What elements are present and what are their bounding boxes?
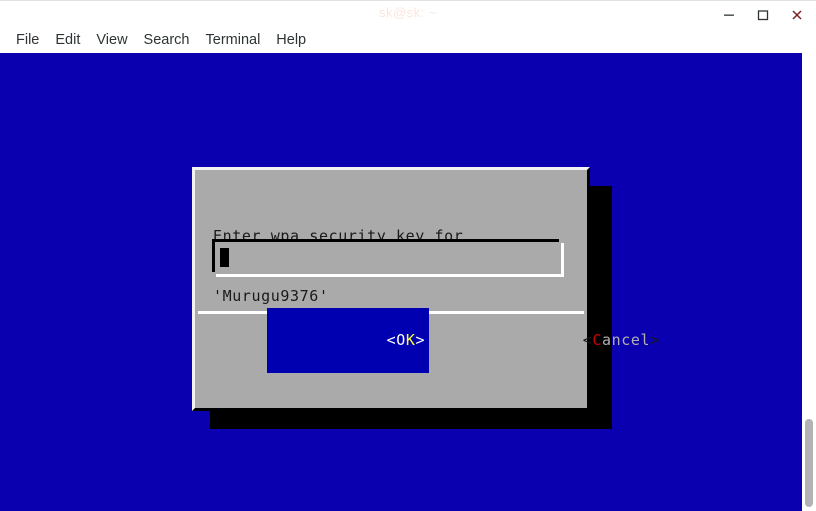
scrollbar-thumb[interactable] [805, 419, 813, 507]
menu-item-search[interactable]: Search [136, 30, 198, 50]
ok-right-bracket: > [415, 330, 426, 349]
cancel-label-first: C [592, 330, 602, 349]
menu-item-help[interactable]: Help [268, 30, 314, 50]
dialog-prompt-line-2: 'Murugu9376' [213, 287, 329, 305]
dialog-button-row: <OK> <Cancel> [195, 307, 659, 373]
ok-button[interactable]: <OK> [267, 307, 430, 373]
maximize-button[interactable] [746, 2, 780, 27]
minimize-button[interactable] [712, 2, 746, 27]
close-icon [792, 9, 802, 20]
ok-label-rest: K [405, 330, 416, 349]
wpa-key-dialog: Enter wpa security key for 'Murugu9376' … [192, 167, 659, 411]
title-bar: sk@sk: ~ [0, 0, 816, 27]
maximize-icon [757, 9, 769, 20]
menu-bar: File Edit View Search Terminal Help [0, 27, 816, 53]
ok-left-bracket: < [386, 330, 397, 349]
window-title: sk@sk: ~ [378, 5, 437, 20]
cancel-label-rest: ancel [602, 330, 651, 349]
cancel-left-bracket: < [582, 330, 593, 349]
cancel-button[interactable]: <Cancel> [467, 308, 660, 373]
menu-item-edit[interactable]: Edit [47, 30, 88, 50]
window-controls [712, 1, 814, 28]
terminal-window: sk@sk: ~ File Edit View Search Terminal … [0, 0, 816, 511]
menu-item-view[interactable]: View [88, 30, 135, 50]
terminal-screen[interactable]: Enter wpa security key for 'Murugu9376' … [0, 53, 816, 511]
cancel-right-bracket: > [650, 330, 660, 349]
terminal-scrollbar[interactable] [802, 53, 816, 511]
dialog-body: Enter wpa security key for 'Murugu9376' … [195, 170, 659, 408]
ok-label-first: O [396, 330, 406, 349]
security-key-input[interactable] [215, 242, 560, 273]
minimize-icon [724, 14, 734, 16]
menu-item-file[interactable]: File [8, 30, 47, 50]
security-key-input-wrapper[interactable] [212, 239, 564, 277]
close-button[interactable] [780, 2, 814, 27]
text-cursor [220, 248, 229, 267]
menu-item-terminal[interactable]: Terminal [198, 30, 269, 50]
